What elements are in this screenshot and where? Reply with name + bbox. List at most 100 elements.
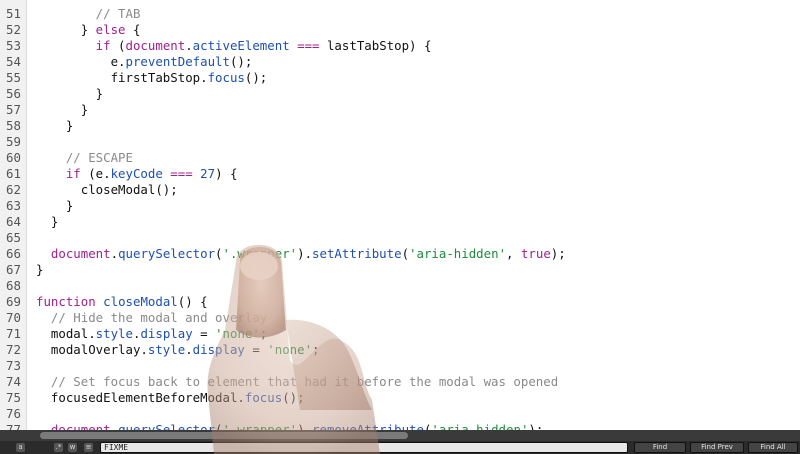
code-token-plain: ; [259,326,268,341]
case-sensitive-icon[interactable]: a [16,443,25,452]
code-token-keyword: if [95,38,111,53]
code-text: e.preventDefault(); [111,54,253,70]
in-selection-icon[interactable]: ≡ [84,443,93,452]
code-line[interactable]: 56} [0,86,800,102]
code-line[interactable]: 62 closeModal(); [0,182,800,198]
code-token-plain: = [192,326,216,341]
code-line[interactable]: 75 focusedElementBeforeModal.focus(); [0,390,800,406]
whole-word-icon[interactable]: w [68,443,77,452]
code-line[interactable]: 63} [0,198,800,214]
find-button[interactable]: Find [634,442,686,453]
code-text: closeModal(); [81,182,178,198]
line-number: 72 [6,342,21,357]
code-line[interactable]: 60 // ESCAPE [0,150,800,166]
code-line[interactable]: 70 // Hide the modal and overlay [0,310,800,326]
code-token-string: 'aria-hidden' [431,422,529,430]
code-line[interactable]: 59 [0,134,800,150]
code-token-keyword: document [125,38,186,53]
line-number: 52 [6,22,21,37]
code-token-func: focus [244,390,283,405]
line-number: 76 [6,406,21,421]
scrollbar-thumb[interactable] [40,432,408,439]
code-line[interactable]: 55 firstTabStop.focus(); [0,70,800,86]
code-text: // Hide the modal and overlay [51,310,267,326]
code-text: } [36,262,43,278]
code-token-func: preventDefault [125,54,230,69]
code-line[interactable]: 68 [0,278,800,294]
code-text: modal.style.display = 'none'; [51,326,267,342]
code-token-keyword: true [520,246,551,261]
code-line[interactable]: 51 // TAB [0,6,800,22]
code-line[interactable]: 69 function closeModal() { [0,294,800,310]
line-number: 55 [6,70,21,85]
code-line[interactable]: 54 e.preventDefault(); [0,54,800,70]
code-line[interactable]: 72 modalOverlay.style.display = 'none'; [0,342,800,358]
code-text: document.querySelector('.wrapper').setAt… [51,246,566,262]
code-token-keyword: if [65,166,81,181]
regex-icon[interactable]: .* [54,443,63,452]
line-number: 62 [6,182,21,197]
code-text: // ESCAPE [66,150,133,166]
line-number: 59 [6,134,21,149]
code-text: // Set focus back to element that had it… [51,374,558,390]
line-number: 74 [6,374,21,389]
line-number: 56 [6,86,21,101]
code-line[interactable]: 61 if (e.keyCode === 27) { [0,166,800,182]
code-token-prop: display [140,326,193,341]
code-line[interactable]: 57} [0,102,800,118]
find-prev-button[interactable]: Find Prev [690,442,744,453]
code-token-number: 27 [200,166,216,181]
code-line[interactable]: 73 [0,358,800,374]
code-token-prop: display [192,342,245,357]
code-text: modalOverlay.style.display = 'none'; [51,342,320,358]
code-line[interactable]: 53 if (document.activeElement === lastTab… [0,38,800,54]
code-token-plain: firstTabStop. [110,70,208,85]
line-number: 75 [6,390,21,405]
code-token-plain: ( [215,422,223,430]
code-line[interactable]: 71 modal.style.display = 'none'; [0,326,800,342]
code-token-comment: // Set focus back to element that had it… [50,374,559,389]
code-text: } else { [81,22,141,38]
code-line[interactable]: 67} [0,262,800,278]
find-input[interactable]: FIXME [100,442,628,453]
code-line[interactable]: 52 } else { [0,22,800,38]
code-line[interactable]: 76 [0,406,800,422]
code-line[interactable]: 66 document.querySelector('.wrapper').set… [0,246,800,262]
code-token-plain: } [80,22,96,37]
line-number: 68 [6,278,21,293]
code-line[interactable]: 64} [0,214,800,230]
code-token-plain: ( [110,38,126,53]
line-number: 53 [6,38,21,53]
code-token-plain: ). [297,246,313,261]
code-line[interactable]: 74 // Set focus back to element that had … [0,374,800,390]
find-all-button[interactable]: Find All [748,442,798,453]
code-token-prop: keyCode [110,166,163,181]
code-token-plain: (e. [80,166,111,181]
line-number: 70 [6,310,21,325]
code-token-plain: ). [297,422,313,430]
code-editor[interactable]: 51// TAB 52 } else { 53 if (document.activeE… [0,0,800,430]
code-line[interactable]: 77 document.querySelector('.wrapper').rem… [0,422,800,430]
code-token-string: 'none' [267,342,313,357]
code-token-plain: closeModal(); [80,182,178,197]
code-token-plain: modal. [50,326,96,341]
code-text: } [81,102,88,118]
code-token-prop: style [95,326,133,341]
code-token-plain: ) { [215,166,238,181]
code-token-plain: e. [110,54,126,69]
code-line[interactable]: 65 [0,230,800,246]
code-text: if (document.activeElement === lastTabSt… [96,38,432,54]
code-token-plain: } [95,86,104,101]
line-number: 65 [6,230,21,245]
horizontal-scrollbar[interactable] [0,430,800,441]
code-token-plain: } [80,102,89,117]
line-number: 69 [6,294,21,309]
code-line[interactable]: 58} [0,118,800,134]
line-number: 63 [6,198,21,213]
code-token-func: focus [207,70,245,85]
code-token-func: querySelector [118,422,216,430]
line-number: 77 [6,422,21,430]
code-text: focusedElementBeforeModal.focus(); [51,390,305,406]
code-token-comment: // TAB [95,6,141,21]
code-text: } [51,214,58,230]
